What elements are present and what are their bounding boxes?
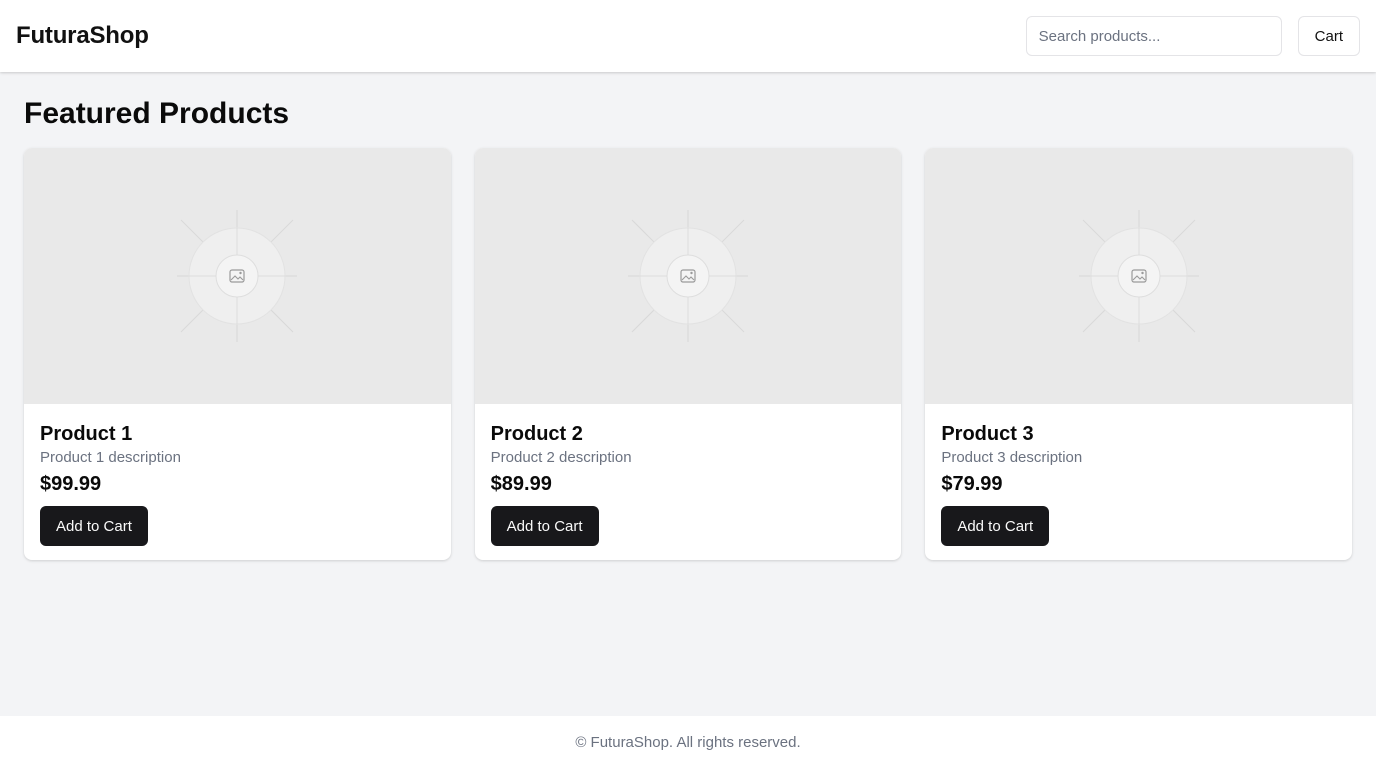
main-content: Featured Products Product 1 Product 1 de… [24,96,1352,560]
product-name: Product 3 [941,423,1034,445]
product-card-body: Product 3 Product 3 description $79.99 A… [925,404,1352,560]
site-logo[interactable]: FuturaShop [16,22,149,50]
footer-copyright: © FuturaShop. All rights reserved. [575,733,801,751]
site-header: FuturaShop Cart [0,0,1376,72]
product-description: Product 3 description [941,449,1083,466]
product-description: Product 1 description [40,449,181,466]
site-footer: © FuturaShop. All rights reserved. [0,716,1376,768]
add-to-cart-button[interactable]: Add to Cart [941,506,1050,546]
add-to-cart-button[interactable]: Add to Cart [40,506,148,546]
product-card-body: Product 2 Product 2 description $89.99 A… [475,404,902,560]
product-card-body: Product 1 Product 1 description $99.99 A… [24,404,451,560]
product-price: $99.99 [40,473,102,495]
page-title: Featured Products [24,97,290,130]
product-image [474,148,902,404]
product-price: $89.99 [490,473,552,495]
header-actions: Cart [1025,16,1360,56]
image-placeholder-icon [627,210,748,342]
add-to-cart-button[interactable]: Add to Cart [490,506,599,546]
product-price: $79.99 [941,473,1003,495]
product-image [24,148,451,404]
product-card: Product 3 Product 3 description $79.99 A… [925,148,1352,560]
image-placeholder-icon [1078,210,1199,342]
product-card: Product 1 Product 1 description $99.99 A… [24,148,451,560]
cart-button[interactable]: Cart [1297,16,1360,56]
product-description: Product 2 description [490,449,632,466]
search-input[interactable] [1025,16,1282,56]
product-image [925,148,1352,404]
product-name: Product 2 [490,423,583,445]
product-grid: Product 1 Product 1 description $99.99 A… [24,148,1352,560]
image-placeholder-icon [177,210,298,342]
product-name: Product 1 [40,423,133,445]
product-card: Product 2 Product 2 description $89.99 A… [474,148,902,560]
